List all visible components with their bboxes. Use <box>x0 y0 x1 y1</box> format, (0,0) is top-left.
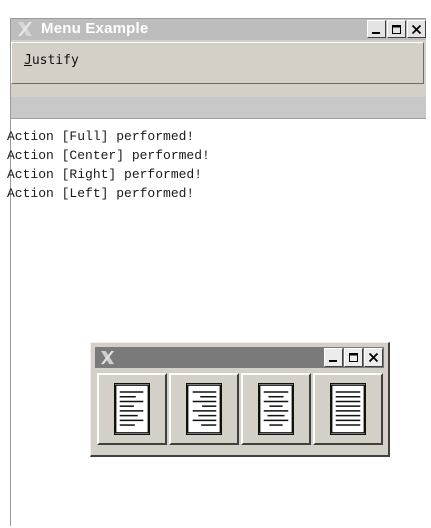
log-line: Action [Full] performed! <box>7 129 195 144</box>
align-left-icon <box>114 383 150 435</box>
menu-bar: Justify <box>11 42 424 84</box>
justify-right-button[interactable] <box>169 373 239 445</box>
title-bar[interactable]: Menu Example <box>11 19 426 40</box>
align-center-icon <box>258 383 294 435</box>
log-line: Action [Left] performed! <box>7 186 195 201</box>
close-icon <box>368 352 379 363</box>
x-logo-icon <box>100 350 115 365</box>
x-logo-icon <box>18 22 32 36</box>
log-line: Action [Center] performed! <box>7 148 210 163</box>
output-text-area[interactable]: Action [Full] performed! Action [Center]… <box>7 118 426 526</box>
maximize-button[interactable] <box>387 20 406 38</box>
close-icon <box>411 24 422 34</box>
maximize-icon <box>349 353 358 362</box>
log-line: Action [Right] performed! <box>7 167 203 182</box>
minimize-button[interactable] <box>367 20 386 38</box>
align-full-icon <box>330 383 366 435</box>
window-title: Menu Example <box>41 20 149 37</box>
justify-button-row <box>97 373 383 445</box>
menu-justify-rest: ustify <box>31 53 79 68</box>
maximize-icon <box>392 24 401 34</box>
justify-full-button[interactable] <box>313 373 383 445</box>
justify-left-button[interactable] <box>97 373 167 445</box>
align-right-icon <box>186 383 222 435</box>
palette-close-button[interactable] <box>364 348 383 367</box>
close-button[interactable] <box>407 20 426 38</box>
palette-maximize-button[interactable] <box>344 348 363 367</box>
menu-justify-mnemonic: J <box>24 53 32 68</box>
palette-minimize-button[interactable] <box>324 348 343 367</box>
justify-center-button[interactable] <box>241 373 311 445</box>
justify-palette-window <box>90 342 390 457</box>
menu-justify[interactable]: Justify <box>24 53 79 68</box>
palette-title-bar[interactable] <box>95 347 384 368</box>
log-list: Action [Full] performed! Action [Center]… <box>7 127 210 203</box>
minimize-icon <box>329 360 337 362</box>
toolbar-strip <box>11 97 426 118</box>
minimize-icon <box>372 31 380 34</box>
